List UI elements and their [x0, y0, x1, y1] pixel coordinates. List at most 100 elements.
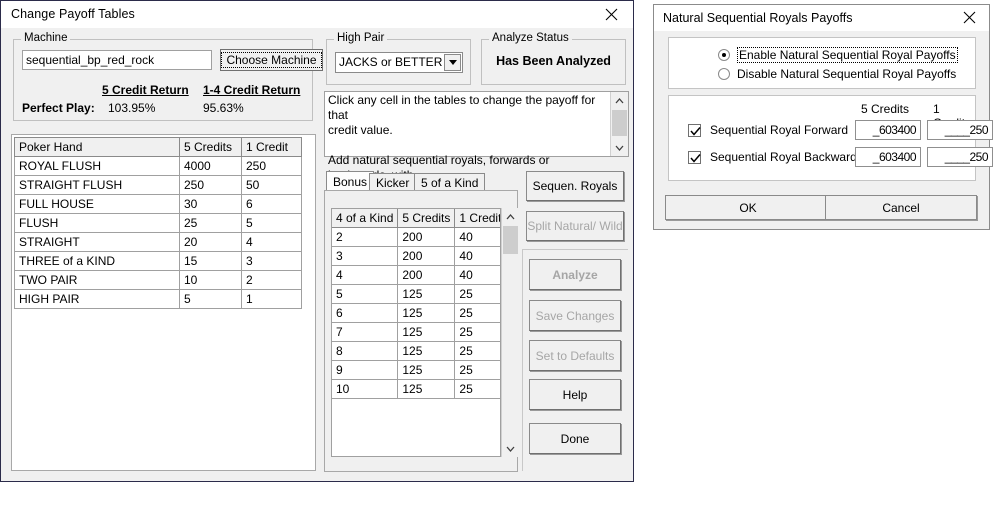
- bonus-4-of-a-kind-rank: 6: [332, 303, 399, 323]
- bonus-5-credit-payout[interactable]: 125: [397, 379, 456, 399]
- sequential-royal-forward-1-credit-input[interactable]: ____250: [927, 120, 993, 140]
- cancel-button[interactable]: Cancel: [825, 195, 977, 220]
- bonus-4-of-a-kind-rank: 5: [332, 284, 399, 304]
- table-row: STRAIGHT 20 4: [14, 232, 302, 252]
- radio-selected-icon: [718, 49, 730, 61]
- poker-hand-1-credit-payout[interactable]: 6: [241, 194, 302, 214]
- table-row: 6 125 25: [332, 303, 500, 323]
- column-header-5-credits: 5 Credits: [179, 137, 242, 157]
- change-payoff-tables-window: Change Payoff Tables Machine Choose Mach…: [0, 0, 634, 482]
- poker-hand-1-credit-payout[interactable]: 250: [241, 156, 302, 176]
- chevron-down-icon[interactable]: [502, 440, 519, 457]
- tab-5-of-a-kind[interactable]: 5 of a Kind: [414, 173, 486, 191]
- poker-hand-5-credit-payout[interactable]: 15: [179, 251, 242, 271]
- chevron-down-icon[interactable]: [444, 54, 461, 71]
- analyze-button[interactable]: Analyze: [529, 259, 621, 290]
- split-natural-wild-button[interactable]: Split Natural/ Wild: [526, 211, 624, 241]
- bonus-1-credit-payout[interactable]: 25: [454, 379, 500, 399]
- choose-machine-label: Choose Machine: [221, 52, 322, 68]
- sequential-royal-backwards-5-credits-input[interactable]: _603400: [855, 147, 921, 167]
- bonus-1-credit-payout[interactable]: 40: [454, 227, 500, 247]
- bonus-4-of-a-kind-rank: 7: [332, 322, 399, 342]
- header-5-credit-return: 5 Credit Return: [102, 83, 189, 97]
- bonus-1-credit-payout[interactable]: 25: [454, 303, 500, 323]
- poker-hand-1-credit-payout[interactable]: 4: [241, 232, 302, 252]
- poker-hand-1-credit-payout[interactable]: 50: [241, 175, 302, 195]
- poker-hand-5-credit-payout[interactable]: 5: [179, 289, 242, 309]
- table-row: HIGH PAIR 5 1: [14, 289, 302, 309]
- radio-enable-natural-sequential-royal-payoffs[interactable]: Enable Natural Sequential Royal Payoffs: [718, 47, 958, 63]
- save-changes-button[interactable]: Save Changes: [529, 300, 621, 331]
- sequential-royal-forward-5-credits-input[interactable]: _603400: [855, 120, 921, 140]
- tab-bonus[interactable]: Bonus: [326, 171, 375, 191]
- perfect-play-label: Perfect Play:: [22, 101, 95, 115]
- bonus-payout-table: 4 of a Kind 5 Credits 1 Credit 2 200 40 3 20…: [332, 209, 500, 399]
- column-header-4-of-a-kind: 4 of a Kind: [332, 209, 399, 228]
- bonus-5-credit-payout[interactable]: 125: [397, 322, 456, 342]
- checkbox-sequential-royal-backwards[interactable]: Sequential Royal Backwards: [688, 150, 863, 164]
- poker-hand-1-credit-payout[interactable]: 1: [241, 289, 302, 309]
- ok-button[interactable]: OK: [665, 195, 831, 220]
- poker-hand-5-credit-payout[interactable]: 20: [179, 232, 242, 252]
- sequential-royal-forward-5-credits-value: _603400: [872, 123, 917, 137]
- poker-hand-1-credit-payout[interactable]: 2: [241, 270, 302, 290]
- instructions-textbox[interactable]: Click any cell in the tables to change t…: [324, 91, 629, 197]
- status-badge: Has Been Analyzed: [496, 54, 611, 68]
- cancel-label: Cancel: [882, 200, 920, 215]
- instructions-scrollbar[interactable]: [610, 92, 628, 156]
- bonus-5-credit-payout[interactable]: 200: [397, 246, 456, 266]
- bonus-4-of-a-kind-rank: 4: [332, 265, 399, 285]
- poker-hand-5-credit-payout[interactable]: 10: [179, 270, 242, 290]
- bonus-1-credit-payout[interactable]: 40: [454, 246, 500, 266]
- bonus-1-credit-payout[interactable]: 25: [454, 284, 500, 304]
- close-icon[interactable]: [593, 1, 629, 27]
- choose-machine-button[interactable]: Choose Machine: [220, 49, 323, 71]
- scrollbar-thumb[interactable]: [503, 226, 518, 254]
- bonus-4-of-a-kind-rank: 10: [332, 379, 399, 399]
- checkbox-sequential-royal-forward[interactable]: Sequential Royal Forward: [688, 123, 848, 137]
- bonus-5-credit-payout[interactable]: 125: [397, 341, 456, 361]
- bonus-table-viewport: 4 of a Kind 5 Credits 1 Credit 2 200 40 3 20…: [331, 208, 501, 457]
- table-row: 8 125 25: [332, 341, 500, 361]
- radio-disable-natural-sequential-royal-payoffs[interactable]: Disable Natural Sequential Royal Payoffs: [718, 67, 956, 81]
- poker-hand-1-credit-payout[interactable]: 3: [241, 251, 302, 271]
- poker-hand-5-credit-payout[interactable]: 30: [179, 194, 242, 214]
- bonus-1-credit-payout[interactable]: 25: [454, 360, 500, 380]
- dialog-title: Natural Sequential Royals Payoffs: [663, 11, 853, 25]
- done-button[interactable]: Done: [529, 423, 621, 454]
- bonus-5-credit-payout[interactable]: 125: [397, 284, 456, 304]
- bonus-1-credit-payout[interactable]: 25: [454, 341, 500, 361]
- bonus-5-credit-payout[interactable]: 125: [397, 360, 456, 380]
- bonus-1-credit-payout[interactable]: 40: [454, 265, 500, 285]
- bonus-5-credit-payout[interactable]: 200: [397, 227, 456, 247]
- poker-hand-5-credit-payout[interactable]: 4000: [179, 156, 242, 176]
- poker-hand-5-credit-payout[interactable]: 25: [179, 213, 242, 233]
- close-icon[interactable]: [952, 5, 986, 30]
- bonus-5-credit-payout[interactable]: 125: [397, 303, 456, 323]
- set-to-defaults-button[interactable]: Set to Defaults: [529, 340, 621, 371]
- table-row: 3 200 40: [332, 246, 500, 266]
- perfect-play-1-4-credit-value: 95.63%: [203, 101, 244, 115]
- radio-enable-label: Enable Natural Sequential Royal Payoffs: [737, 47, 958, 63]
- high-pair-select[interactable]: JACKS or BETTER: [335, 52, 463, 73]
- bonus-4-of-a-kind-rank: 8: [332, 341, 399, 361]
- tab-kicker[interactable]: Kicker: [369, 173, 417, 191]
- bonus-tab-panel: 4 of a Kind 5 Credits 1 Credit 2 200 40 3 20…: [324, 190, 519, 472]
- sequential-royal-backwards-1-credit-input[interactable]: ____250: [927, 147, 993, 167]
- high-pair-selected-value: JACKS or BETTER: [339, 55, 443, 69]
- bonus-table-scrollbar[interactable]: [501, 208, 519, 457]
- poker-hand-1-credit-payout[interactable]: 5: [241, 213, 302, 233]
- checkmark-icon: [688, 123, 701, 137]
- help-button[interactable]: Help: [529, 379, 621, 410]
- poker-hand-5-credit-payout[interactable]: 250: [179, 175, 242, 195]
- bonus-1-credit-payout[interactable]: 25: [454, 322, 500, 342]
- machine-name-input[interactable]: [22, 50, 212, 70]
- chevron-down-icon[interactable]: [611, 139, 628, 156]
- scrollbar-thumb[interactable]: [612, 110, 627, 136]
- chevron-up-icon[interactable]: [611, 92, 628, 109]
- sequen-royals-button[interactable]: Sequen. Royals: [526, 171, 624, 201]
- bonus-5-credit-payout[interactable]: 200: [397, 265, 456, 285]
- table-row: TWO PAIR 10 2: [14, 270, 302, 290]
- chevron-up-icon[interactable]: [502, 208, 519, 225]
- table-row: 10 125 25: [332, 379, 500, 399]
